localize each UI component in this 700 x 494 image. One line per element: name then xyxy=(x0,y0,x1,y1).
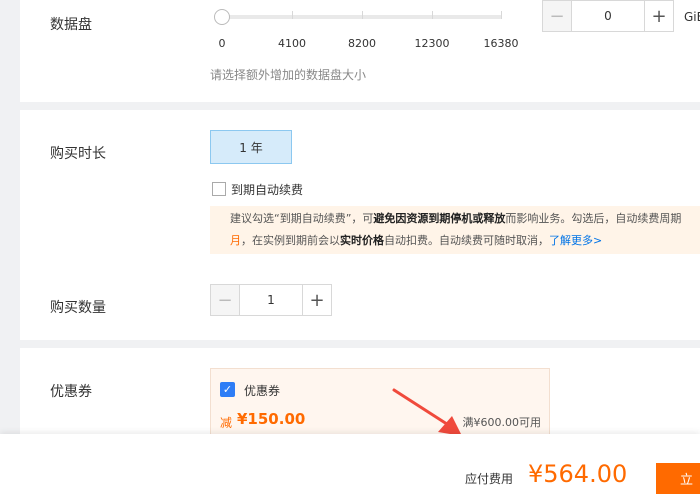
notice-text: 而影响业务。勾选后，自动续费周期 xyxy=(505,212,682,225)
slider-tick xyxy=(292,11,293,19)
duration-section: 购买时长 1 年 到期自动续费 建议勾选“到期自动续费”，可避免因资源到期停机或… xyxy=(20,110,700,340)
data-disk-label: 数据盘 xyxy=(50,17,92,33)
notice-bold-text: 避免因资源到期停机或释放 xyxy=(373,212,506,225)
quantity-stepper: − 1 + xyxy=(210,284,332,316)
disk-size-input[interactable]: 0 xyxy=(571,1,645,31)
pay-label: 应付费用 xyxy=(465,472,514,486)
disk-unit-label: GiB xyxy=(684,10,700,24)
duration-option-1-year[interactable]: 1 年 xyxy=(210,130,292,164)
notice-text: 建议勾选“到期自动续费”，可 xyxy=(230,212,374,225)
coupon-amount: ¥150.00 xyxy=(237,410,306,428)
coupon-label: 优惠券 xyxy=(50,384,92,400)
increase-disk-button[interactable]: + xyxy=(645,1,673,31)
slider-tick xyxy=(362,11,363,19)
notice-text: 自动扣费。自动续费可随时取消， xyxy=(384,234,549,247)
coupon-minus-text: 减 xyxy=(220,416,233,430)
increase-quantity-button[interactable]: + xyxy=(303,285,331,315)
coupon-title: 优惠券 xyxy=(244,384,281,398)
duration-label: 购买时长 xyxy=(50,146,106,162)
slider-tick-label: 16380 xyxy=(483,37,519,50)
notice-highlight: 月 xyxy=(230,234,241,247)
slider-tick-label: 12300 xyxy=(414,37,450,50)
auto-renew-notice: 建议勾选“到期自动续费”，可避免因资源到期停机或释放而影响业务。勾选后，自动续费… xyxy=(210,206,700,254)
decrease-quantity-button[interactable]: − xyxy=(211,285,239,315)
data-disk-section: 数据盘 0 4100 8200 12300 16380 请选择额外增加的数据盘大… xyxy=(20,0,700,102)
slider-tick-label: 0 xyxy=(218,37,226,50)
slider-tick-label: 8200 xyxy=(348,37,376,50)
checkout-bar: 应付费用 ¥564.00 立 xyxy=(0,434,700,494)
disk-size-slider-track[interactable] xyxy=(220,15,502,19)
decrease-disk-button[interactable]: − xyxy=(543,1,571,31)
disk-size-slider-handle[interactable] xyxy=(214,9,230,25)
quantity-label: 购买数量 xyxy=(50,300,106,316)
learn-more-link[interactable]: 了解更多> xyxy=(549,234,602,247)
slider-tick xyxy=(501,11,502,19)
disk-size-stepper: − 0 + xyxy=(542,0,674,32)
buy-now-button[interactable]: 立 xyxy=(656,463,700,494)
pay-amount: ¥564.00 xyxy=(528,460,628,488)
slider-tick-label: 4100 xyxy=(278,37,306,50)
slider-tick xyxy=(432,11,433,19)
notice-bold-text: 实时价格 xyxy=(340,234,384,247)
notice-text: ，在实例到期前会以 xyxy=(241,234,340,247)
auto-renew-checkbox[interactable] xyxy=(212,182,226,196)
quantity-input[interactable]: 1 xyxy=(239,285,303,315)
coupon-checkbox[interactable]: ✓ xyxy=(220,382,235,397)
disk-size-hint: 请选择额外增加的数据盘大小 xyxy=(210,68,367,82)
auto-renew-label[interactable]: 到期自动续费 xyxy=(231,181,303,198)
